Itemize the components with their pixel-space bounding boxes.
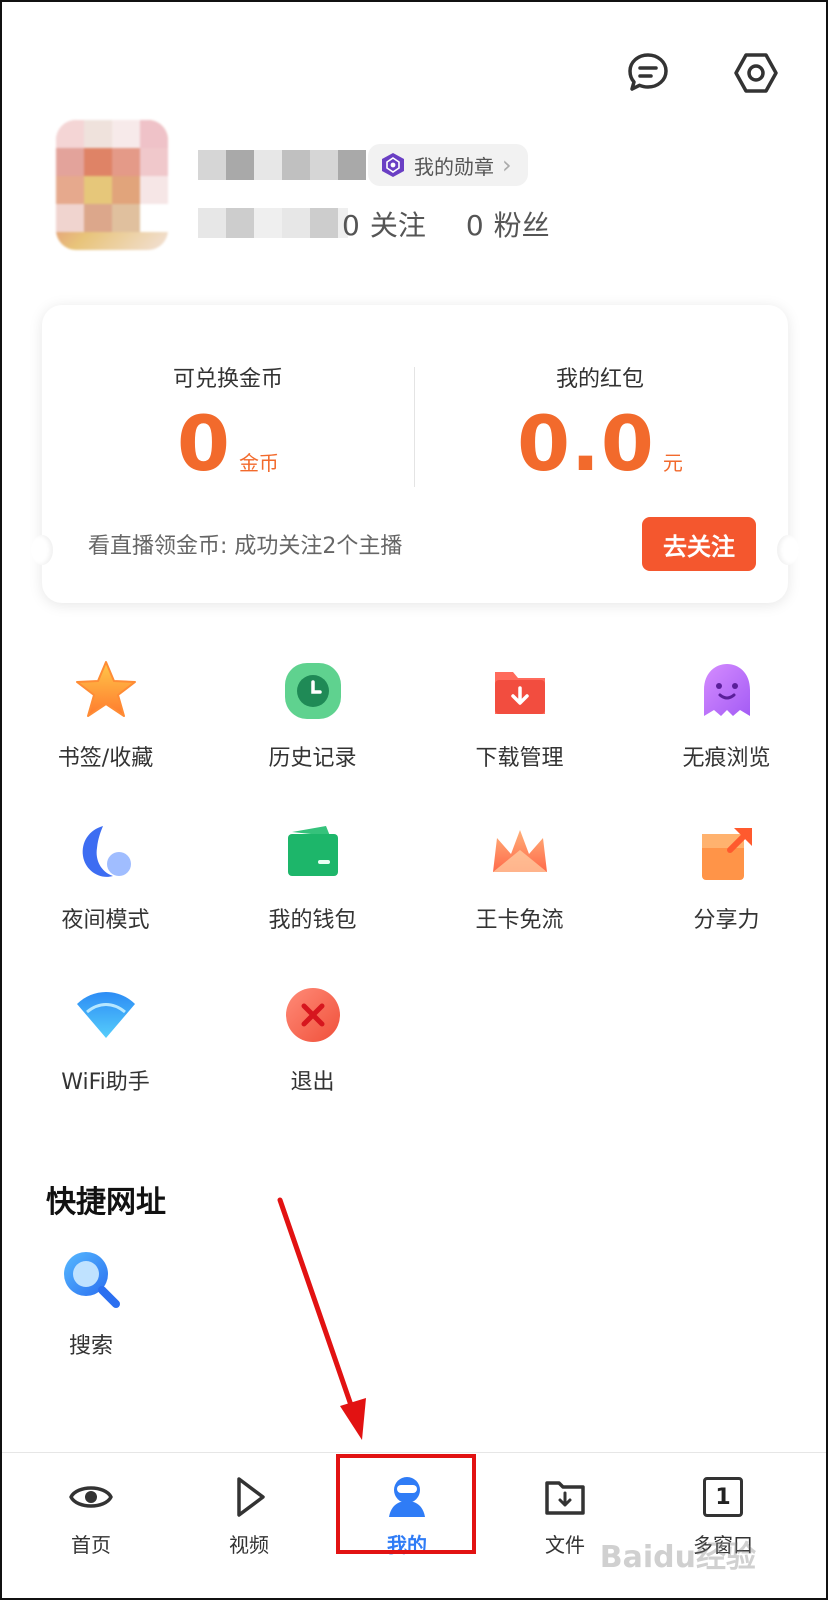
tool-label: 下载管理	[475, 746, 564, 771]
nav-video[interactable]: 视频	[170, 1453, 328, 1598]
tool-share[interactable]: 分享力	[623, 814, 826, 976]
window-count: 1	[715, 1484, 731, 1510]
tool-incognito[interactable]: 无痕浏览	[623, 652, 826, 814]
tool-wifi[interactable]: WiFi助手	[2, 976, 209, 1138]
task-description: 看直播领金币: 成功关注2个主播	[88, 534, 403, 559]
wifi-icon	[76, 992, 135, 1038]
tool-label: 我的钱包	[268, 908, 357, 933]
settings-hex-icon	[734, 53, 778, 93]
medal-badge-button[interactable]: 我的勋章 ›	[368, 144, 528, 186]
star-icon	[75, 661, 136, 717]
username-blurred	[198, 150, 366, 180]
card-notch-left	[31, 535, 53, 565]
tool-exit[interactable]: 退出	[209, 976, 416, 1138]
file-download-icon	[545, 1481, 585, 1515]
redpacket-section[interactable]: 我的红包 0.0 元	[414, 361, 786, 488]
nav-files[interactable]: 文件	[486, 1453, 644, 1598]
tool-night-mode[interactable]: 夜间模式	[2, 814, 209, 976]
tool-label: 王卡免流	[475, 908, 564, 933]
search-icon	[64, 1252, 120, 1308]
moon-icon	[82, 826, 131, 877]
tools-grid: 书签/收藏 历史记录 下载管理 无痕浏览 夜间模式 我的钱包 王卡免流 分享力 …	[2, 652, 826, 1138]
go-follow-button[interactable]: 去关注	[642, 517, 756, 571]
nav-label: 文件	[545, 1533, 585, 1557]
tool-bookmarks[interactable]: 书签/收藏	[2, 652, 209, 814]
exit-icon	[285, 988, 340, 1042]
avatar[interactable]	[56, 120, 168, 250]
window-count-icon: 1	[703, 1477, 743, 1517]
annotation-highlight-box	[336, 1454, 476, 1554]
tool-label: 无痕浏览	[682, 746, 771, 771]
quick-links-title: 快捷网址	[46, 1185, 166, 1220]
follow-stats: 0 关注 0 粉丝	[342, 204, 550, 244]
following-stat[interactable]: 0 关注	[342, 204, 426, 244]
tool-label: 历史记录	[268, 746, 357, 771]
nav-home[interactable]: 首页	[12, 1453, 170, 1598]
following-count: 0	[342, 209, 360, 242]
followers-label: 粉丝	[493, 209, 550, 242]
followers-count: 0	[465, 209, 484, 242]
quick-link-search[interactable]: 搜索	[46, 1246, 136, 1360]
wallet-icon	[287, 826, 338, 876]
tool-label: 退出	[290, 1070, 335, 1095]
tool-wangka[interactable]: 王卡免流	[416, 814, 623, 976]
settings-button[interactable]	[730, 47, 782, 99]
tool-label: 夜间模式	[61, 908, 150, 933]
chevron-right-icon: ›	[502, 151, 512, 179]
coins-value: 0	[177, 399, 231, 488]
eye-icon	[69, 1486, 113, 1508]
nav-windows[interactable]: 1 多窗口	[644, 1453, 802, 1598]
tool-wallet[interactable]: 我的钱包	[209, 814, 416, 976]
user-stat-blurred	[198, 208, 348, 238]
app-screen: 我的勋章 › 0 关注 0 粉丝 可兑换金币 0 金币 我的红包 0.0 元 看直播领金…	[0, 0, 828, 1600]
tool-label: 分享力	[693, 908, 760, 933]
tool-label: WiFi助手	[61, 1070, 150, 1095]
ghost-icon	[703, 664, 750, 716]
following-label: 关注	[369, 209, 426, 242]
top-icon-bar	[622, 47, 782, 99]
chat-bubble-icon	[628, 53, 668, 91]
tool-downloads[interactable]: 下载管理	[416, 652, 623, 814]
play-icon	[237, 1477, 265, 1517]
medal-icon	[382, 153, 404, 177]
coins-section[interactable]: 可兑换金币 0 金币	[42, 361, 414, 488]
crown-icon	[492, 830, 547, 872]
redpacket-value: 0.0	[517, 399, 655, 488]
medal-label: 我的勋章	[414, 154, 494, 179]
followers-stat[interactable]: 0 粉丝	[466, 204, 550, 244]
download-folder-icon	[494, 672, 545, 714]
message-button[interactable]	[622, 47, 674, 99]
share-icon	[701, 828, 752, 880]
redpacket-unit: 元	[662, 451, 683, 475]
coins-unit: 金币	[238, 451, 279, 475]
watermark: Baidu经验	[599, 1540, 756, 1575]
nav-label: 视频	[229, 1533, 269, 1557]
tool-label: 书签/收藏	[57, 746, 154, 771]
wallet-card: 可兑换金币 0 金币 我的红包 0.0 元 看直播领金币: 成功关注2个主播 去关注	[31, 305, 799, 603]
nav-label: 首页	[71, 1533, 111, 1557]
redpacket-label: 我的红包	[555, 367, 644, 392]
tool-history[interactable]: 历史记录	[209, 652, 416, 814]
clock-icon	[284, 663, 341, 719]
card-notch-right	[777, 535, 799, 565]
coins-label: 可兑换金币	[172, 367, 283, 392]
quick-link-label: 搜索	[68, 1334, 113, 1359]
